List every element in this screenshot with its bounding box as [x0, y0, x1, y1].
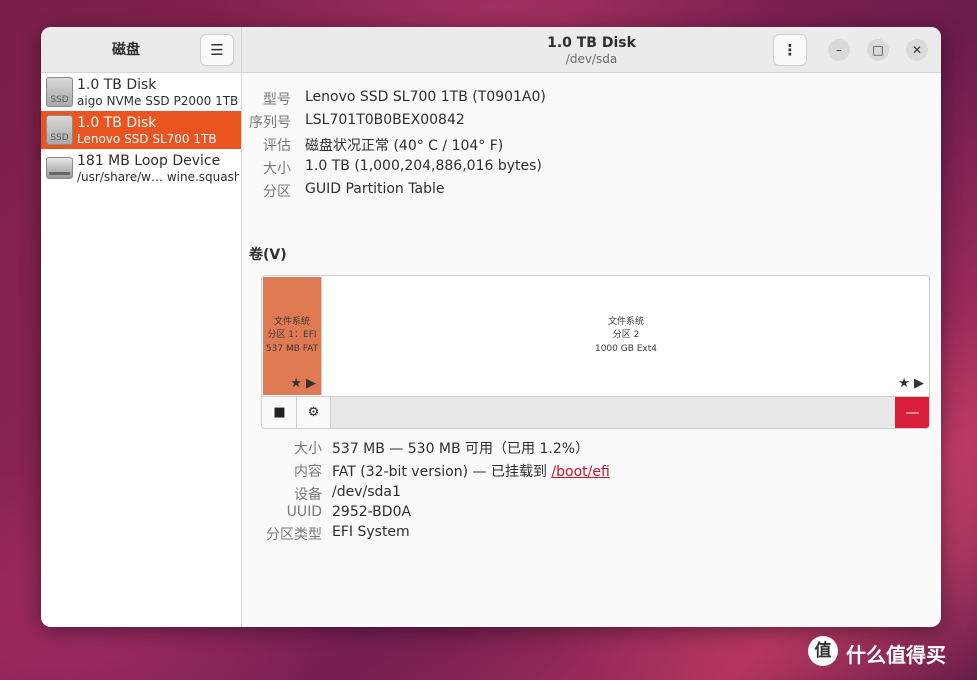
close-button[interactable]: ✕	[906, 39, 928, 61]
partitioning-row: 分区 GUID Partition Table	[242, 181, 932, 201]
device-name: 181 MB Loop Device	[77, 153, 221, 169]
maximize-button[interactable]: □	[867, 39, 889, 61]
ssd-icon: SSD	[46, 77, 73, 107]
sidebar-header: 磁盘 ☰	[41, 27, 241, 73]
device-item-lenovo-disk[interactable]: SSD 1.0 TB Disk Lenovo SSD SL700 1TB	[41, 111, 241, 149]
partition-1-size: 537 MB FAT	[265, 344, 319, 354]
device-name: 1.0 TB Disk	[77, 115, 157, 131]
kebab-icon: ⋮	[782, 41, 798, 59]
serial-value: LSL701T0B0BEX00842	[305, 112, 465, 128]
assessment-row: 评估 磁盘状况正常 (40° C / 104° F)	[242, 135, 932, 155]
minimize-button[interactable]: –	[828, 39, 850, 61]
size-label: 大小	[263, 161, 291, 177]
device-row: 设备 /dev/sda1	[242, 484, 932, 504]
watermark-text: 什么值得买	[846, 643, 946, 667]
header-bar: 1.0 TB Disk /dev/sda ⋮ – □ ✕	[242, 27, 941, 73]
contents-value: FAT (32-bit version) — 已挂载到 /boot/efi	[332, 461, 610, 481]
partition-2-type: 文件系统	[607, 317, 644, 327]
partition-size-label: 大小	[294, 441, 322, 457]
device-label: 设备	[294, 487, 322, 503]
partitioning-value: GUID Partition Table	[305, 181, 445, 197]
partition-type-value: EFI System	[332, 524, 410, 540]
device-list: SSD 1.0 TB Disk aigo NVMe SSD P2000 1TB …	[41, 73, 241, 187]
mounted-star-play-icon: ★ ▶	[290, 376, 316, 391]
menu-button[interactable]: ☰	[200, 34, 234, 66]
assessment-value: 磁盘状况正常 (40° C / 104° F)	[305, 138, 504, 154]
device-model: aigo NVMe SSD P2000 1TB	[77, 94, 239, 108]
device-item-aigo-disk[interactable]: SSD 1.0 TB Disk aigo NVMe SSD P2000 1TB	[41, 73, 241, 111]
close-icon: ✕	[911, 43, 923, 57]
unmount-button[interactable]: ■	[263, 397, 297, 428]
disk-menu-button[interactable]: ⋮	[773, 34, 807, 66]
device-value: /dev/sda1	[332, 484, 401, 500]
minus-icon: —	[905, 405, 920, 421]
volumes-title: 卷(V)	[249, 247, 287, 263]
uuid-row: UUID 2952-BD0A	[242, 504, 932, 524]
device-name: 1.0 TB Disk	[77, 77, 157, 93]
contents-label: 内容	[294, 464, 322, 480]
watermark: 值 什么值得买	[808, 636, 968, 670]
ssd-icon: SSD	[46, 115, 73, 145]
uuid-value: 2952-BD0A	[332, 504, 412, 520]
mounted-star-play-icon: ★ ▶	[898, 376, 924, 391]
delete-partition-button[interactable]: —	[895, 397, 929, 428]
assessment-label: 评估	[263, 138, 291, 154]
contents-text: FAT (32-bit version) — 已挂载到	[332, 464, 552, 480]
model-row: 型号 Lenovo SSD SL700 1TB (T0901A0)	[242, 89, 932, 109]
mount-point-link[interactable]: /boot/efi	[551, 464, 609, 480]
sidebar: 磁盘 ☰ SSD 1.0 TB Disk aigo NVMe SSD P2000…	[41, 27, 242, 627]
watermark-logo: 值	[808, 636, 838, 666]
size-value: 1.0 TB (1,000,204,886,016 bytes)	[305, 158, 542, 174]
partition-type-label: 分区类型	[266, 527, 322, 543]
partition-1-block[interactable]: 文件系统 分区 1：EFI … 537 MB FAT ★ ▶	[263, 277, 322, 395]
partition-2-size: 1000 GB Ext4	[594, 344, 658, 354]
disks-window: 磁盘 ☰ SSD 1.0 TB Disk aigo NVMe SSD P2000…	[41, 27, 941, 627]
partition-size-value: 537 MB — 530 MB 可用（已用 1.2%）	[332, 441, 590, 457]
partition-size-row: 大小 537 MB — 530 MB 可用（已用 1.2%）	[242, 438, 932, 458]
volume-toolbar: ■ ⚙ —	[263, 396, 929, 428]
partition-2-name: 分区 2	[612, 330, 640, 340]
stop-icon: ■	[273, 405, 286, 420]
loop-device-icon	[46, 157, 73, 179]
device-path: /usr/share/w… wine.squashfs	[77, 170, 239, 184]
serial-label: 序列号	[249, 115, 291, 131]
partition-1-type: 文件系统	[273, 317, 310, 327]
size-row: 大小 1.0 TB (1,000,204,886,016 bytes)	[242, 158, 932, 178]
volume-map: 文件系统 分区 1：EFI … 537 MB FAT ★ ▶ 文件系统 分区 2…	[261, 275, 930, 429]
minimize-icon: –	[836, 43, 842, 57]
partition-type-row: 分区类型 EFI System	[242, 524, 932, 544]
device-model: Lenovo SSD SL700 1TB	[77, 132, 217, 146]
device-item-loop-device[interactable]: 181 MB Loop Device /usr/share/w… wine.sq…	[41, 149, 241, 187]
maximize-icon: □	[872, 43, 884, 57]
model-value: Lenovo SSD SL700 1TB (T0901A0)	[305, 89, 546, 105]
partitioning-label: 分区	[263, 184, 291, 200]
gear-icon: ⚙	[307, 405, 320, 420]
main-content: 型号 Lenovo SSD SL700 1TB (T0901A0) 序列号 LS…	[242, 73, 941, 627]
contents-row: 内容 FAT (32-bit version) — 已挂载到 /boot/efi	[242, 461, 932, 481]
model-label: 型号	[263, 92, 291, 108]
partition-options-button[interactable]: ⚙	[297, 397, 331, 428]
partition-2-block[interactable]: 文件系统 分区 2 1000 GB Ext4 ★ ▶	[323, 277, 929, 395]
uuid-label: UUID	[286, 504, 322, 520]
serial-row: 序列号 LSL701T0B0BEX00842	[242, 112, 932, 132]
hamburger-icon: ☰	[210, 41, 224, 59]
